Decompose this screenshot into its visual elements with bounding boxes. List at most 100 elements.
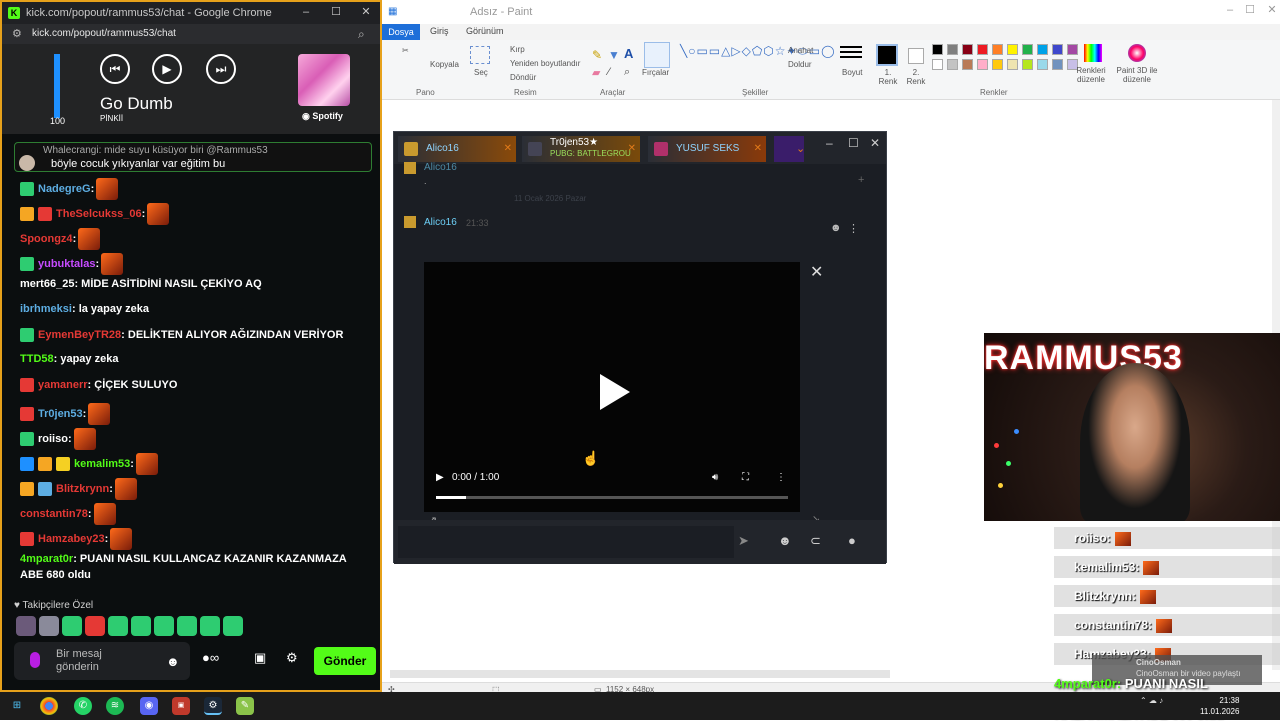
color1-button[interactable]: 1. Renk (878, 68, 898, 86)
whatsapp-icon[interactable]: ✆ (74, 697, 92, 715)
chat-message[interactable]: Tr0jen53: (20, 403, 372, 427)
more-options-icon[interactable]: ⋮ (848, 222, 859, 235)
edit-colors-button[interactable]: Renkleri düzenle (1076, 66, 1106, 84)
chat-username[interactable]: 4mparat0r (20, 553, 73, 565)
chat-message[interactable]: yubuktalas: (20, 253, 372, 277)
video-progress-bar[interactable] (436, 496, 788, 499)
chat-username[interactable]: Spoongz4 (20, 233, 73, 245)
tab-file[interactable]: Dosya (382, 24, 420, 40)
magnifier-icon[interactable]: ⌕ (624, 66, 630, 79)
chat-username[interactable]: NadegreG (38, 183, 91, 195)
close-tab-icon[interactable]: ✕ (628, 143, 636, 154)
palette-swatch[interactable] (932, 44, 943, 55)
chat-username[interactable]: yamanerr (38, 379, 88, 391)
chat-username[interactable]: roiiso (38, 433, 68, 445)
chat-message-input[interactable]: Bir mesaj gönderin ☻ (14, 642, 190, 680)
chat-message[interactable]: Blitzkrynn: (20, 478, 372, 502)
chat-message[interactable]: EymenBeyTR28: DELİKTEN ALIYOR AĞIZINDAN … (20, 328, 372, 352)
chat-username[interactable]: kemalim53 (74, 458, 130, 470)
chrome-close-button[interactable]: ✕ (360, 6, 372, 18)
quick-emote-icon[interactable] (85, 616, 105, 636)
play-icon[interactable] (600, 374, 630, 410)
chat-message[interactable]: Spoongz4: (20, 228, 372, 252)
chat-message[interactable]: roiiso: (20, 428, 372, 452)
chat-username[interactable]: EymenBeyTR28 (38, 329, 121, 341)
chat-username[interactable]: mert66_25 (20, 278, 74, 290)
paint-horizontal-scrollbar[interactable] (390, 670, 890, 678)
quick-emote-icon[interactable] (39, 616, 59, 636)
emoticon-icon[interactable]: ☻ (778, 533, 792, 548)
chat-message[interactable]: 4mparat0r: PUANI NASIL KULLANCAZ KAZANIR… (20, 551, 372, 585)
chat-input-placeholder[interactable]: Bir mesaj gönderin (56, 648, 136, 674)
outline-button[interactable]: Anahat (788, 46, 813, 55)
steam-message-history[interactable]: Alico16 . + 11 Ocak 2026 Pazar Alico16 2… (394, 162, 886, 527)
rotate-button[interactable]: Döndür (510, 73, 536, 82)
resize-button[interactable]: Yeniden boyutlandır (510, 59, 580, 68)
brushes-button[interactable]: Fırçalar (642, 68, 669, 77)
chat-message[interactable]: Hamzabey23: (20, 528, 372, 552)
text-tool-icon[interactable]: A (624, 46, 633, 61)
chat-message[interactable]: TheSelcukss_06: (20, 203, 372, 227)
edit-colors-icon[interactable] (1084, 44, 1102, 62)
palette-swatch[interactable] (1037, 44, 1048, 55)
fullscreen-icon[interactable]: ⛶ (742, 472, 749, 483)
video-player[interactable]: ▶ 0:00 / 1:00 🔊︎ ⛶ ⋮ (424, 262, 800, 512)
palette-swatch[interactable] (1037, 59, 1048, 70)
system-tray[interactable]: ⌃ ☁ ♪ (1140, 696, 1163, 705)
palette-swatch[interactable] (992, 44, 1003, 55)
steam-minimize-button[interactable]: – (826, 136, 833, 150)
chat-username[interactable]: constantin78 (20, 508, 88, 520)
paint-minimize-button[interactable]: – (1224, 4, 1236, 16)
chat-tab-tr0jen53[interactable]: Tr0jen53★ PUBG: BATTLEGROU ✕ (522, 136, 640, 162)
steam-maximize-button[interactable]: ☐ (848, 136, 859, 150)
pinned-message[interactable]: Whalecrangi: mide suyu küsüyor biri @Ram… (14, 142, 372, 172)
palette-swatch[interactable] (1007, 59, 1018, 70)
quick-emote-icon[interactable] (200, 616, 220, 636)
chat-message[interactable]: TTD58: yapay zeka (20, 353, 372, 377)
color-palette[interactable] (932, 44, 1092, 78)
crop-button[interactable]: Kırp (510, 45, 525, 54)
palette-swatch[interactable] (932, 59, 943, 70)
mic-icon[interactable] (30, 652, 40, 668)
zoom-icon[interactable]: ⌕ (358, 27, 365, 42)
chat-username[interactable]: Tr0jen53 (38, 408, 83, 420)
color-picker-icon[interactable]: ⁄ (608, 66, 610, 78)
quick-emote-icon[interactable] (16, 616, 36, 636)
quick-emote-icon[interactable] (62, 616, 82, 636)
discord-icon[interactable]: ◉ (140, 697, 158, 715)
quick-emote-icon[interactable] (177, 616, 197, 636)
quick-emote-icon[interactable] (154, 616, 174, 636)
paint-icon[interactable]: ✎ (236, 697, 254, 715)
palette-swatch[interactable] (977, 44, 988, 55)
voice-icon[interactable]: ● (848, 533, 856, 548)
emoji-picker-icon[interactable]: ☻ (166, 654, 180, 669)
chat-username[interactable]: Blitzkrynn (56, 483, 109, 495)
close-tab-icon[interactable]: ✕ (504, 143, 512, 154)
size-button[interactable]: Boyut (842, 68, 862, 77)
chrome-address-bar[interactable]: ⚙ kick.com/popout/rammus53/chat ⌕ (2, 24, 380, 44)
more-options-icon[interactable]: ⋮ (776, 472, 786, 483)
volume-slider[interactable] (54, 54, 60, 118)
palette-swatch[interactable] (947, 59, 958, 70)
steam-close-button[interactable]: ✕ (870, 136, 880, 150)
paint3d-icon[interactable] (1128, 44, 1146, 62)
pencil-icon[interactable]: ✎ (592, 48, 602, 62)
color2-swatch[interactable] (908, 48, 924, 64)
color2-button[interactable]: 2. Renk (906, 68, 926, 86)
chat-username[interactable]: TheSelcukss_06 (56, 208, 142, 220)
size-icon[interactable] (840, 46, 862, 48)
volume-icon[interactable]: 🔊︎ (712, 472, 718, 483)
eraser-icon[interactable]: ▰ (592, 66, 600, 79)
obs-icon[interactable]: ▣ (172, 697, 190, 715)
copy-button[interactable]: Kopyala (430, 60, 459, 69)
chevron-down-icon[interactable]: ⌄ (796, 142, 805, 155)
gift-icon[interactable]: ▣ (254, 650, 266, 666)
steam-icon[interactable]: ⚙ (204, 697, 222, 715)
spotify-icon[interactable]: ≋ (106, 697, 124, 715)
site-info-icon[interactable]: ⚙ (12, 27, 26, 41)
palette-swatch[interactable] (947, 44, 958, 55)
chat-message[interactable]: kemalim53: (20, 453, 372, 477)
chat-username[interactable]: TTD58 (20, 353, 54, 365)
quick-emote-icon[interactable] (108, 616, 128, 636)
tab-home[interactable]: Giriş (430, 26, 449, 36)
